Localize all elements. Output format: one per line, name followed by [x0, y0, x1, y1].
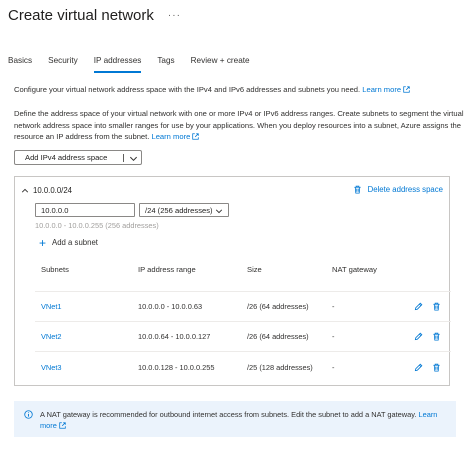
define-learn-more-link[interactable]: Learn more [151, 132, 200, 141]
external-link-icon [403, 86, 410, 93]
row-actions [414, 332, 441, 341]
info-icon [24, 410, 33, 419]
starting-address-input[interactable] [35, 203, 135, 217]
row-actions [414, 363, 441, 372]
subnet-ip-range: 10.0.0.128 - 10.0.0.255 [138, 362, 215, 372]
subnet-size: /26 (64 addresses) [247, 302, 309, 311]
intro-learn-more-label: Learn more [362, 85, 402, 94]
add-subnet-label: Add a subnet [52, 238, 98, 247]
subnet-size: /25 (128 addresses) [247, 362, 313, 372]
tab-tags[interactable]: Tags [157, 56, 174, 73]
trash-icon[interactable] [432, 363, 441, 372]
edit-icon[interactable] [414, 302, 423, 311]
tab-basics[interactable]: Basics [8, 56, 32, 73]
subnet-nat-gateway: - [332, 362, 335, 372]
add-ipv4-address-space-button[interactable]: Add IPv4 address space [14, 150, 142, 165]
table-row: VNet2 10.0.0.64 - 10.0.0.127 /26 (64 add… [35, 322, 451, 352]
trash-icon [353, 185, 361, 194]
intro-text: Configure your virtual network address s… [14, 84, 466, 96]
subnet-ip-range: 10.0.0.0 - 10.0.0.63 [138, 302, 203, 311]
nat-gateway-info-bar: A NAT gateway is recommended for outboun… [14, 401, 456, 437]
table-row: VNet3 10.0.0.128 - 10.0.0.255 /25 (128 a… [35, 352, 451, 382]
subnet-nat-gateway: - [332, 332, 335, 341]
table-row: VNet1 10.0.0.0 - 10.0.0.63 /26 (64 addre… [35, 292, 451, 322]
prefix-size-select[interactable]: /24 (256 addresses) [139, 203, 229, 217]
define-text: Define the address space of your virtual… [14, 108, 466, 143]
intro-text-body: Configure your virtual network address s… [14, 85, 361, 94]
tab-ip-addresses[interactable]: IP addresses [93, 56, 142, 73]
prefix-size-value: /24 (256 addresses) [145, 205, 213, 215]
trash-icon[interactable] [432, 302, 441, 311]
intro-learn-more-link[interactable]: Learn more [362, 85, 410, 94]
column-header-ip-range: IP address range [138, 265, 196, 274]
subnet-size: /26 (64 addresses) [247, 332, 309, 341]
trash-icon[interactable] [432, 332, 441, 341]
column-header-nat-gateway: NAT gateway [332, 265, 377, 274]
plus-icon: + [39, 235, 47, 250]
external-link-icon [59, 422, 66, 429]
chevron-down-icon[interactable] [129, 154, 138, 163]
delete-address-space-label: Delete address space [367, 185, 443, 194]
row-actions [414, 302, 441, 311]
column-header-size: Size [247, 265, 262, 274]
subnet-name-link[interactable]: VNet2 [35, 332, 138, 341]
split-separator [123, 154, 124, 162]
define-text-body: Define the address space of your virtual… [14, 109, 464, 141]
delete-address-space-button[interactable]: Delete address space [353, 185, 443, 194]
subnet-name-link[interactable]: VNet3 [35, 363, 138, 372]
subnet-ip-range: 10.0.0.64 - 10.0.0.127 [138, 332, 211, 341]
edit-icon[interactable] [414, 363, 423, 372]
subnet-table: Subnets IP address range Size NAT gatewa… [35, 265, 451, 382]
more-icon[interactable]: ··· [168, 10, 181, 21]
chevron-up-icon[interactable] [21, 187, 29, 195]
tab-bar: Basics Security IP addresses Tags Review… [8, 56, 266, 73]
address-space-panel: 10.0.0.0/24 Delete address space /24 (25… [14, 176, 451, 386]
address-space-cidr: 10.0.0.0/24 [33, 186, 73, 195]
subnet-nat-gateway: - [332, 302, 335, 311]
address-range-hint: 10.0.0.0 - 10.0.0.255 (256 addresses) [35, 221, 159, 230]
address-space-header[interactable]: 10.0.0.0/24 [21, 186, 72, 195]
title-row: Create virtual network ··· [8, 7, 181, 24]
add-subnet-button[interactable]: + Add a subnet [39, 235, 98, 250]
edit-icon[interactable] [414, 332, 423, 341]
tab-review-create[interactable]: Review + create [191, 56, 250, 73]
chevron-down-icon [215, 209, 223, 214]
add-ipv4-address-space-label: Add IPv4 address space [25, 153, 108, 162]
subnet-name-link[interactable]: VNet1 [35, 302, 138, 311]
subnet-table-header: Subnets IP address range Size NAT gatewa… [35, 265, 451, 292]
page-title: Create virtual network [8, 7, 154, 24]
column-header-subnets: Subnets [41, 265, 69, 274]
tab-security[interactable]: Security [48, 56, 78, 73]
info-text: A NAT gateway is recommended for outboun… [40, 410, 417, 419]
external-link-icon [192, 133, 200, 140]
define-learn-more-label: Learn more [151, 132, 191, 141]
